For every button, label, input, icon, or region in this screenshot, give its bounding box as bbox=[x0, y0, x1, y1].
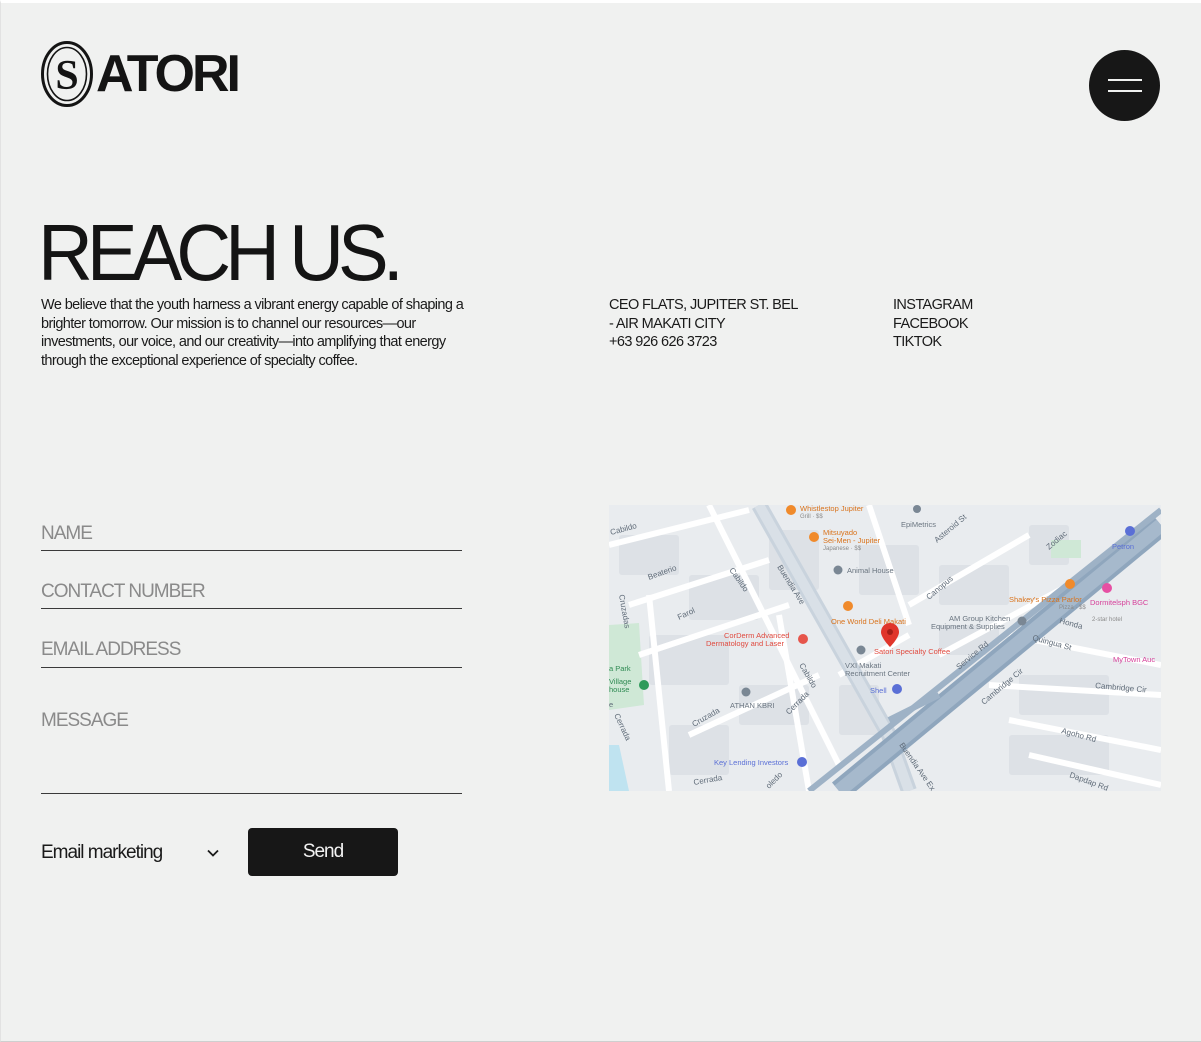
logo-text: ATORI bbox=[96, 45, 241, 103]
phone-number[interactable]: +63 926 626 3723 bbox=[609, 333, 849, 352]
location-map[interactable]: Cabildo Beaterio Farol Cruzadas Cabildo … bbox=[609, 505, 1161, 791]
map-poi-vxi-2: Recruitment Center bbox=[845, 669, 911, 678]
name-input[interactable] bbox=[41, 520, 462, 551]
map-poi-petron: Petron bbox=[1112, 542, 1134, 551]
park-pin-icon[interactable] bbox=[639, 680, 649, 690]
place-pin-icon[interactable] bbox=[1017, 616, 1027, 626]
map-poi-athan: ATHAN KBRI bbox=[730, 701, 774, 710]
gas-station-pin-icon[interactable] bbox=[1125, 526, 1135, 536]
map-label-e: e bbox=[609, 700, 613, 709]
intro-paragraph: We believe that the youth harness a vibr… bbox=[41, 297, 464, 369]
address-line-1: CEO FLATS, JUPITER ST. BEL bbox=[609, 297, 798, 313]
map-poi-whistlestop: Whistlestop Jupiter bbox=[800, 505, 864, 513]
map-poi-seimen: Sei-Men - Jupiter bbox=[823, 536, 881, 545]
map-poi-shakeys: Shakey's Pizza Parlor bbox=[1009, 595, 1082, 604]
instagram-link[interactable]: INSTAGRAM bbox=[893, 296, 973, 315]
map-poi-house: house bbox=[609, 685, 629, 694]
logo-letter: S bbox=[55, 53, 78, 99]
map-poi-shell: Shell bbox=[870, 686, 887, 695]
address-line-2: - AIR MAKATI CITY bbox=[609, 315, 726, 332]
chevron-down-icon bbox=[207, 849, 219, 857]
email-input[interactable] bbox=[41, 636, 462, 668]
logo-emblem-icon: S bbox=[41, 41, 93, 107]
select-value: Email marketing bbox=[41, 842, 163, 863]
inquiry-type-select[interactable]: Email marketing bbox=[41, 838, 221, 868]
map-poi-park: a Park bbox=[609, 664, 631, 673]
restaurant-pin-icon[interactable] bbox=[1065, 579, 1075, 589]
gas-station-pin-icon[interactable] bbox=[892, 684, 902, 694]
menu-button[interactable] bbox=[1089, 50, 1160, 121]
tiktok-link[interactable]: TIKTOK bbox=[893, 333, 973, 352]
place-pin-icon[interactable] bbox=[913, 505, 921, 513]
bank-pin-icon[interactable] bbox=[797, 757, 807, 767]
address-block: CEO FLATS, JUPITER ST. BEL - AIR MAKATI … bbox=[609, 296, 849, 352]
map-poi-grill: Grill · $$ bbox=[800, 514, 823, 520]
map-poi-epimetrics: EpiMetrics bbox=[901, 520, 936, 529]
map-poi-corderm-2: Dermatology and Laser bbox=[706, 639, 784, 648]
restaurant-pin-icon[interactable] bbox=[809, 532, 819, 542]
map-poi-pizza: Pizza · $$ bbox=[1059, 605, 1086, 611]
map-poi-hotel: 2-star hotel bbox=[1092, 617, 1122, 623]
map-poi-animal-house: Animal House bbox=[847, 566, 894, 575]
place-pin-icon[interactable] bbox=[741, 687, 751, 697]
place-pin-icon[interactable] bbox=[856, 645, 866, 655]
social-links: INSTAGRAM FACEBOOK TIKTOK bbox=[893, 296, 973, 352]
page-title: REACH US. bbox=[38, 208, 404, 298]
map-poi-japanese: Japanese · $$ bbox=[823, 546, 862, 552]
restaurant-pin-icon[interactable] bbox=[786, 505, 796, 515]
map-poi-mytown: MyTown Auc bbox=[1113, 655, 1155, 664]
hamburger-icon-bar-top bbox=[1107, 79, 1142, 81]
hotel-pin-icon[interactable] bbox=[1102, 583, 1112, 593]
send-button[interactable]: Send bbox=[248, 828, 398, 876]
message-textarea[interactable] bbox=[41, 710, 462, 794]
contact-number-input[interactable] bbox=[41, 578, 462, 609]
hamburger-icon-bar-bottom bbox=[1107, 90, 1142, 92]
facebook-link[interactable]: FACEBOOK bbox=[893, 315, 973, 334]
map-poi-am-group-2: Equipment & Supplies bbox=[931, 622, 1005, 631]
brand-logo[interactable]: S ATORI bbox=[40, 40, 241, 108]
restaurant-pin-icon[interactable] bbox=[843, 601, 853, 611]
map-poi-dormitel: Dormitelsph BGC bbox=[1090, 598, 1149, 607]
place-pin-icon[interactable] bbox=[833, 565, 843, 575]
map-poi-satori: Satori Specialty Coffee bbox=[874, 647, 950, 656]
medical-pin-icon[interactable] bbox=[798, 634, 808, 644]
map-poi-key-lending: Key Lending Investors bbox=[714, 758, 788, 767]
